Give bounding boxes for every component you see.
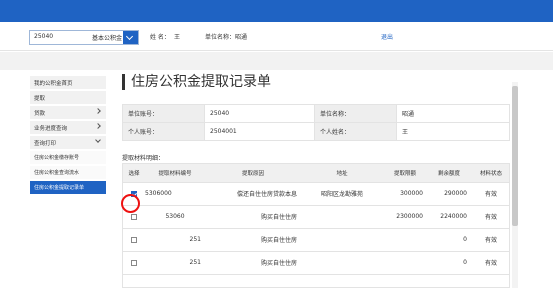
cell-reason: 购买自住住房 [205,251,301,275]
header-select: 选择 [123,164,145,183]
account-number: 25040 [34,33,54,40]
sidebar-item-label: 提取 [34,96,46,102]
scrollbar-thumb[interactable] [512,86,518,226]
cell-remaining: 290000 [427,182,471,206]
cell-limit [383,228,427,252]
row-checkbox[interactable] [131,259,137,266]
chevron-down-icon [95,137,101,143]
header-limit: 提取限额 [383,164,427,183]
cell-material-id: 53060 [145,205,205,229]
unit-value: 昭通 [396,104,510,123]
table-row[interactable]: 251 购买自住住房 0 有效 [123,251,509,275]
cell-material-id: 5306000 [145,182,205,206]
unit-label: 单位名称： [314,104,397,123]
header-remaining: 剩余额度 [427,164,471,183]
unit-label: 单位名称： [205,34,236,41]
logout-link[interactable]: 退出 [381,32,393,41]
name-value: 王 [174,34,181,41]
header-material-id: 提取材料编号 [145,164,205,183]
cell-remaining: 2240000 [427,205,471,229]
account-type: 基本公积金 [92,35,123,42]
cell-status: 有效 [471,228,509,252]
sidebar-item-withdraw[interactable]: 提取 [30,91,106,104]
sidebar-item-label: 贷款 [34,111,46,117]
cell-reason: 购买自住住房 [205,228,301,252]
sidebar-item-home[interactable]: 我的公积金首页 [30,76,106,89]
sidebar: 我的公积金首页 提取 贷款 业务进度查询 查询打印 住房公积金缴存账号 住房公积… [30,76,106,196]
table-row[interactable]: 53060 购买自住住房 2300000 2240000 有效 [123,205,509,229]
sidebar-item-label: 我的公积金首页 [34,81,73,87]
cell-address: 昭阳区龙勘雅苑 [301,182,383,206]
cell-reason: 偿还自住住房贷款本息 [205,182,301,206]
header-status: 材料状态 [471,164,509,183]
page-title: 住房公积金提取记录单 [122,74,271,90]
table-header-row: 选择 提取材料编号 提取原因 地址 提取限额 剩余额度 材料状态 [123,164,509,183]
cell-remaining: 0 [427,251,471,275]
cell-status: 有效 [471,205,509,229]
cell-address [301,205,383,229]
header-reason: 提取原因 [205,164,301,183]
section-label: 提取材料明细： [122,155,165,162]
row-checkbox[interactable] [131,213,137,220]
person-acct-value: 2504001 [204,122,315,141]
cell-status: 有效 [471,251,509,275]
cell-limit [383,251,427,275]
header-address: 地址 [301,164,383,183]
person-name-value: 王 [396,122,510,141]
cell-status: 有效 [471,182,509,206]
sidebar-subitem-query-flow[interactable]: 住房公积金查询流水 [30,166,106,179]
sidebar-subitem-withdraw-record[interactable]: 住房公积金提取记录单 [30,181,106,194]
chevron-down-icon [95,123,101,129]
sidebar-item-query-print[interactable]: 查询打印 [30,136,106,149]
materials-table: 选择 提取材料编号 提取原因 地址 提取限额 剩余额度 材料状态 5306000… [122,163,510,288]
chevron-down-icon[interactable] [123,31,138,44]
cell-limit: 2300000 [383,205,427,229]
account-select[interactable]: 25040 基本公积金 [29,30,139,45]
row-checkbox[interactable] [131,236,137,243]
cell-address [301,228,383,252]
unit-value: 昭通 [235,34,248,41]
content-background-strip [0,52,553,70]
cell-remaining: 0 [427,228,471,252]
cell-material-id: 251 [145,228,205,252]
acct-value: 25040 [204,104,315,123]
acct-label: 单位账号： [122,104,205,123]
sidebar-item-label: 查询打印 [34,141,57,147]
name-label: 姓 名： [150,34,170,41]
person-name-label: 个人姓名： [314,122,397,141]
sidebar-item-progress[interactable]: 业务进度查询 [30,121,106,134]
sidebar-item-loan[interactable]: 贷款 [30,106,106,119]
chevron-down-icon [95,108,101,114]
cell-address [301,251,383,275]
sidebar-item-label: 业务进度查询 [34,126,68,132]
sidebar-subitem-deposit-account[interactable]: 住房公积金缴存账号 [30,151,106,164]
cell-reason: 购买自住住房 [205,205,301,229]
table-row[interactable]: 5306000 偿还自住住房贷款本息 昭阳区龙勘雅苑 300000 290000… [123,182,509,206]
info-table: 单位账号： 25040 单位名称： 昭通 个人账号： 2504001 个人姓名：… [122,104,510,141]
cell-limit: 300000 [383,182,427,206]
cell-material-id: 251 [145,251,205,275]
top-bar [0,0,553,22]
highlight-circle [121,194,140,213]
header-bar: 25040 基本公积金 姓 名： 王 单位名称： 昭通 退出 [0,22,553,51]
person-acct-label: 个人账号： [122,122,205,141]
table-row[interactable]: 251 购买自住住房 0 有效 [123,228,509,252]
